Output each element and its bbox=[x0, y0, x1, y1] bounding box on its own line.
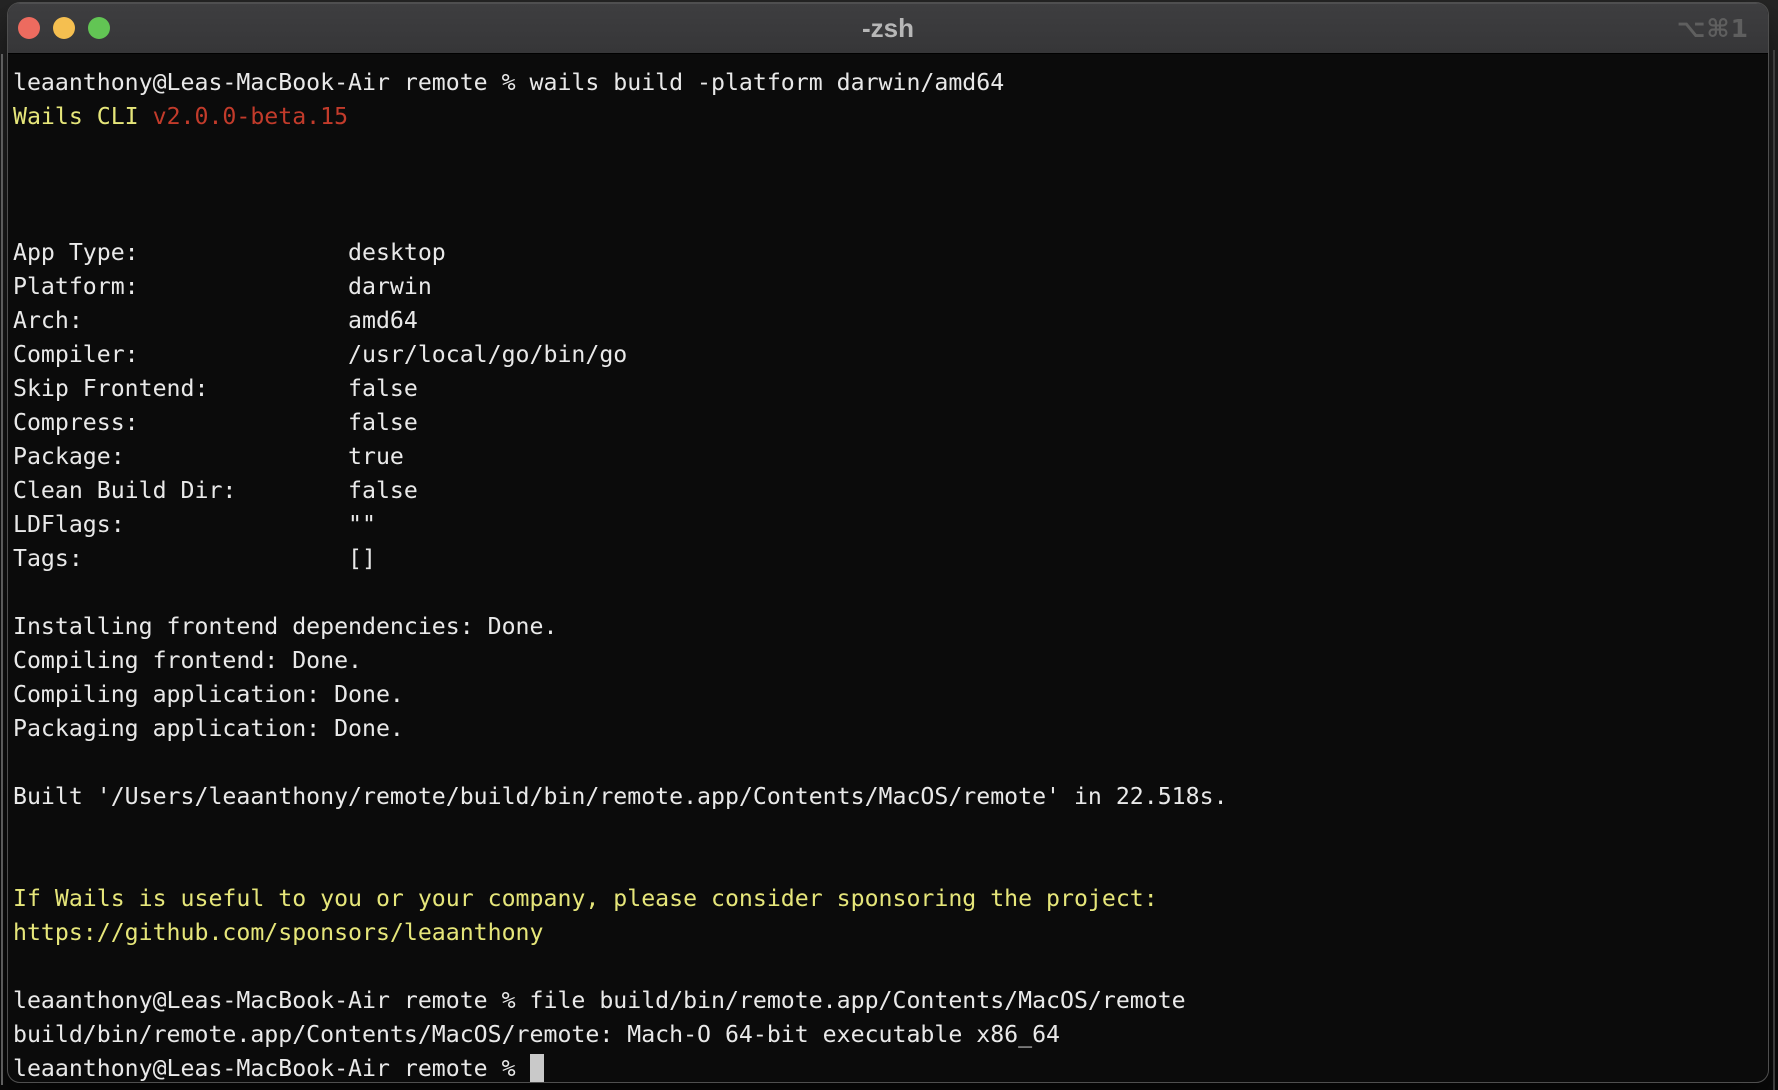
terminal-line: LDFlags: "" bbox=[13, 508, 1762, 542]
terminal-text: leaanthony@Leas-MacBook-Air remote % wai… bbox=[13, 69, 1004, 96]
terminal-line: Packaging application: Done. bbox=[13, 712, 1762, 746]
build-info-row: Skip Frontend: false bbox=[13, 375, 418, 402]
build-info-row: Platform: darwin bbox=[13, 273, 432, 300]
terminal-line: Wails CLI v2.0.0-beta.15 bbox=[13, 100, 1762, 134]
titlebar[interactable]: -zsh ⌥⌘1 bbox=[8, 3, 1768, 53]
terminal-text: https://github.com/sponsors/leaanthony bbox=[13, 919, 543, 946]
terminal-line bbox=[13, 576, 1762, 610]
terminal-line: Installing frontend dependencies: Done. bbox=[13, 610, 1762, 644]
terminal-cursor bbox=[530, 1054, 544, 1083]
build-info-row: Compiler: /usr/local/go/bin/go bbox=[13, 341, 627, 368]
terminal-line bbox=[13, 746, 1762, 780]
close-button[interactable] bbox=[18, 17, 40, 39]
traffic-lights bbox=[18, 3, 110, 53]
terminal-line: leaanthony@Leas-MacBook-Air remote % bbox=[13, 1052, 1762, 1083]
build-info-row: Arch: amd64 bbox=[13, 307, 418, 334]
terminal-text: Packaging application: Done. bbox=[13, 715, 404, 742]
terminal-line: Skip Frontend: false bbox=[13, 372, 1762, 406]
build-info-row: Tags: [] bbox=[13, 545, 376, 572]
build-info-row: LDFlags: "" bbox=[13, 511, 376, 538]
terminal-line bbox=[13, 950, 1762, 984]
terminal-window: -zsh ⌥⌘1 leaanthony@Leas-MacBook-Air rem… bbox=[7, 2, 1769, 1083]
window-title: -zsh bbox=[8, 3, 1768, 53]
build-info-row: Package: true bbox=[13, 443, 404, 470]
build-info-row: Clean Build Dir: false bbox=[13, 477, 418, 504]
terminal-line: Platform: darwin bbox=[13, 270, 1762, 304]
terminal-line: Built '/Users/leaanthony/remote/build/bi… bbox=[13, 780, 1762, 814]
terminal-text: build/bin/remote.app/Contents/MacOS/remo… bbox=[13, 1021, 1060, 1048]
terminal-text: v2.0.0-beta.15 bbox=[153, 103, 348, 130]
terminal-line: Clean Build Dir: false bbox=[13, 474, 1762, 508]
terminal-line: Compiling frontend: Done. bbox=[13, 644, 1762, 678]
terminal-line: Compiler: /usr/local/go/bin/go bbox=[13, 338, 1762, 372]
terminal-line bbox=[13, 202, 1762, 236]
terminal-line bbox=[13, 168, 1762, 202]
terminal-text: Compiling application: Done. bbox=[13, 681, 404, 708]
terminal-text: Compiling frontend: Done. bbox=[13, 647, 362, 674]
background-window-edge-right bbox=[1773, 50, 1775, 1090]
tab-shortcut-badge: ⌥⌘1 bbox=[1677, 3, 1749, 53]
terminal-text: Wails CLI bbox=[13, 103, 153, 130]
build-info-row: Compress: false bbox=[13, 409, 418, 436]
terminal-line: Arch: amd64 bbox=[13, 304, 1762, 338]
terminal-line bbox=[13, 848, 1762, 882]
minimize-button[interactable] bbox=[53, 17, 75, 39]
terminal-line: leaanthony@Leas-MacBook-Air remote % wai… bbox=[13, 66, 1762, 100]
background-window-edge-left bbox=[1, 54, 3, 1085]
terminal-line: App Type: desktop bbox=[13, 236, 1762, 270]
zoom-button[interactable] bbox=[88, 17, 110, 39]
terminal-line: Package: true bbox=[13, 440, 1762, 474]
terminal-screen[interactable]: leaanthony@Leas-MacBook-Air remote % wai… bbox=[8, 53, 1768, 1083]
terminal-text: Built '/Users/leaanthony/remote/build/bi… bbox=[13, 783, 1228, 810]
terminal-line: leaanthony@Leas-MacBook-Air remote % fil… bbox=[13, 984, 1762, 1018]
terminal-line: Compress: false bbox=[13, 406, 1762, 440]
terminal-text: Installing frontend dependencies: Done. bbox=[13, 613, 557, 640]
terminal-line: build/bin/remote.app/Contents/MacOS/remo… bbox=[13, 1018, 1762, 1052]
terminal-line bbox=[13, 814, 1762, 848]
terminal-text: leaanthony@Leas-MacBook-Air remote % fil… bbox=[13, 987, 1186, 1014]
terminal-text: leaanthony@Leas-MacBook-Air remote % bbox=[13, 1055, 530, 1082]
terminal-line: https://github.com/sponsors/leaanthony bbox=[13, 916, 1762, 950]
terminal-text: If Wails is useful to you or your compan… bbox=[13, 885, 1158, 912]
terminal-line: Compiling application: Done. bbox=[13, 678, 1762, 712]
build-info-row: App Type: desktop bbox=[13, 239, 446, 266]
terminal-line bbox=[13, 134, 1762, 168]
terminal-line: If Wails is useful to you or your compan… bbox=[13, 882, 1762, 916]
terminal-line: Tags: [] bbox=[13, 542, 1762, 576]
